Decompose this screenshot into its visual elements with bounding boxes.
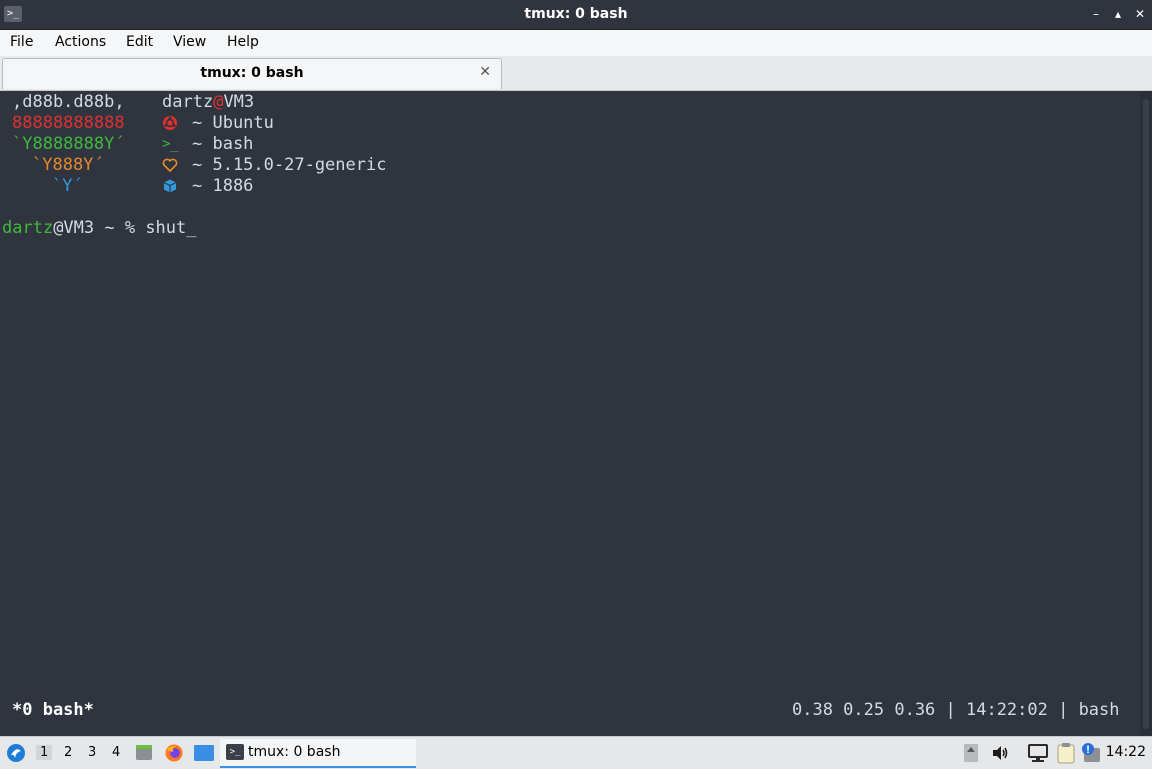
clock[interactable]: 14:22: [1106, 744, 1146, 760]
window-title: tmux: 0 bash: [524, 6, 628, 22]
terminal-scrollbar[interactable]: [1140, 91, 1152, 735]
tab-bar: tmux: 0 bash ✕: [0, 56, 1152, 91]
package-icon: [163, 179, 177, 193]
workspace-3[interactable]: 3: [88, 745, 96, 760]
ascii-art-line-2: 88888888888: [12, 113, 125, 133]
clipboard-icon[interactable]: [1055, 741, 1077, 765]
terminal-area[interactable]: ,d88b.d88b, 88888888888 `Y8888888Y´ `Y88…: [0, 91, 1140, 735]
user-host: dartz@VM3: [162, 92, 254, 113]
minimize-button[interactable]: –: [1086, 4, 1106, 24]
at-symbol: @: [213, 92, 224, 112]
ubuntu-icon: [163, 116, 177, 130]
ascii-art-line-4: `Y888Y´: [32, 155, 104, 175]
ascii-art-line-3: `Y8888888Y´: [12, 134, 125, 154]
tab-tmux[interactable]: tmux: 0 bash ✕: [2, 58, 502, 89]
menu-actions[interactable]: Actions: [55, 34, 106, 50]
user-name: dartz: [162, 92, 214, 112]
prompt-host-path: @VM3 ~ %: [53, 218, 146, 238]
terminal-task-icon: >_: [226, 744, 244, 760]
shell-info: ~ bash: [192, 134, 254, 154]
workspace-2[interactable]: 2: [64, 745, 72, 760]
maximize-button[interactable]: ▴: [1108, 4, 1128, 24]
packages-info: ~ 1886: [192, 176, 254, 196]
network-icon[interactable]: [1027, 743, 1049, 763]
start-menu-icon[interactable]: [6, 743, 26, 763]
workspace-1[interactable]: 1: [36, 745, 53, 760]
tab-close-icon[interactable]: ✕: [479, 64, 491, 80]
scrollbar-thumb[interactable]: [1143, 99, 1149, 729]
file-manager-icon[interactable]: [134, 743, 154, 763]
firefox-icon[interactable]: [164, 743, 184, 763]
prompt-user: dartz: [2, 218, 54, 238]
terminal-icon: >_: [162, 136, 179, 152]
menu-edit[interactable]: Edit: [126, 34, 153, 50]
kernel-info: ~ 5.15.0-27-generic: [192, 155, 387, 175]
menubar: File Actions Edit View Help: [0, 30, 1152, 56]
taskbar: 1 2 3 4 >_ tmux: 0 bash 14:22: [0, 736, 1152, 769]
tab-label: tmux: 0 bash: [200, 65, 304, 81]
host-name: VM3: [223, 92, 255, 112]
tmux-window-status: *0 bash*: [12, 700, 94, 720]
prompt-command: shut_: [145, 218, 197, 238]
menu-view[interactable]: View: [173, 34, 206, 50]
workspace-4[interactable]: 4: [112, 745, 120, 760]
volume-icon[interactable]: [990, 743, 1010, 763]
window-titlebar[interactable]: >_ tmux: 0 bash – ▴ ✕: [0, 0, 1152, 30]
close-button[interactable]: ✕: [1130, 4, 1150, 24]
task-label: tmux: 0 bash: [248, 744, 341, 760]
ascii-art-line-1: ,d88b.d88b,: [12, 92, 125, 112]
os-info: ~ Ubuntu: [192, 113, 274, 133]
updates-icon[interactable]: [963, 743, 979, 763]
menu-help[interactable]: Help: [227, 34, 259, 50]
show-desktop-icon[interactable]: [193, 744, 215, 762]
notification-icon[interactable]: [1080, 742, 1102, 764]
heart-icon: [162, 158, 178, 172]
taskbar-task-tmux[interactable]: >_ tmux: 0 bash: [220, 739, 416, 768]
ascii-art-line-5: `Y´: [52, 176, 83, 196]
tmux-right-status: 0.38 0.25 0.36 | 14:22:02 | bash: [792, 700, 1120, 720]
command-prompt[interactable]: dartz@VM3 ~ % shut_: [2, 218, 197, 239]
menu-file[interactable]: File: [10, 34, 33, 50]
